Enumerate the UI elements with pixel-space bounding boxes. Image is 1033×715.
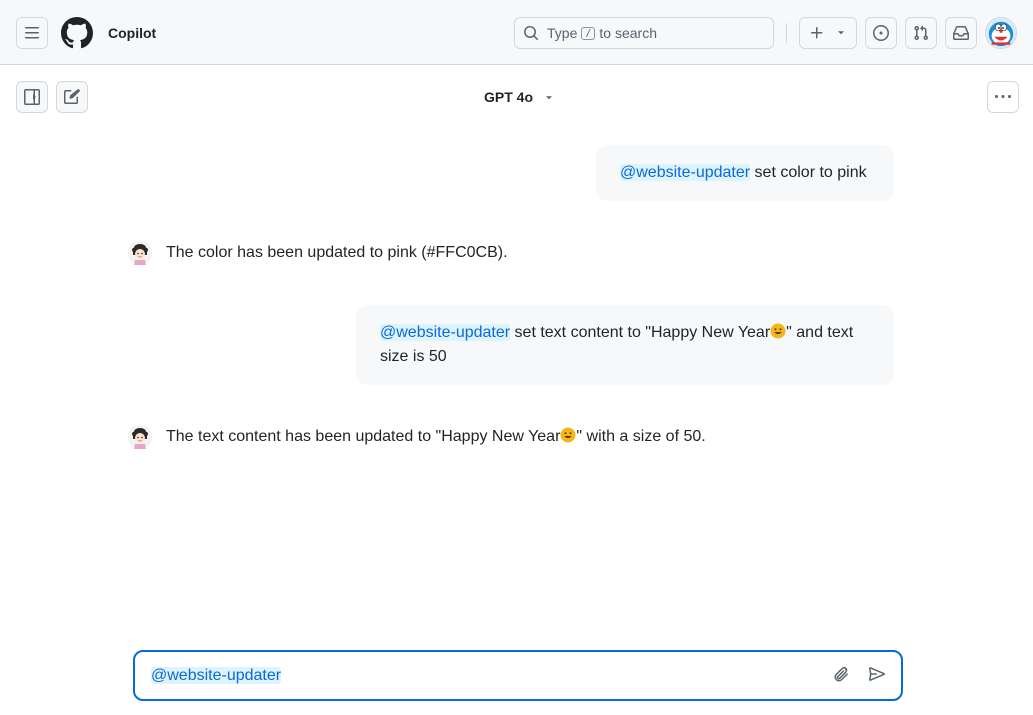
user-avatar[interactable] (985, 17, 1017, 49)
assistant-message-text-part-2: " with a size of 50. (576, 428, 706, 445)
app-title[interactable]: Copilot (108, 24, 156, 42)
chat-input-text[interactable]: @website-updater (151, 665, 282, 687)
paper-airplane-icon (869, 667, 885, 681)
plus-icon (811, 27, 823, 39)
search-input[interactable]: Type / to search (514, 17, 774, 49)
user-message: @website-updater set text content to "Ha… (356, 305, 894, 385)
issues-button[interactable] (865, 17, 897, 49)
assistant-message-text: The color has been updated to pink (#FFC… (166, 244, 508, 261)
search-icon (524, 26, 539, 41)
pencil-square-icon (64, 89, 80, 104)
sidebar-expand-icon (24, 89, 40, 105)
chevron-down-icon (835, 25, 847, 41)
user-message: @website-updater set color to pink (596, 145, 894, 201)
kebab-horizontal-icon (995, 95, 1011, 98)
github-logo-icon[interactable] (60, 17, 93, 49)
assistant-message-text-part-1: The text content has been updated to "Ha… (166, 428, 561, 445)
attach-button[interactable] (833, 666, 853, 686)
pull-requests-button[interactable] (905, 17, 937, 49)
send-button[interactable] (869, 666, 889, 686)
assistant-avatar-icon (128, 241, 152, 265)
search-placeholder-suffix: to search (599, 25, 657, 41)
git-pull-request-icon (914, 25, 929, 41)
header-divider (786, 23, 787, 43)
assistant-message: The text content has been updated to "Ha… (128, 425, 706, 449)
agent-mention[interactable]: @website-updater (620, 164, 751, 181)
agent-mention[interactable]: @website-updater (380, 324, 511, 341)
message-text-part-1: set text content to "Happy New Year (514, 324, 771, 341)
message-text: set color to pink (754, 164, 867, 181)
search-placeholder: Type / to search (547, 25, 657, 41)
search-placeholder-prefix: Type (547, 25, 578, 41)
new-chat-button[interactable] (56, 81, 88, 113)
paperclip-icon (834, 666, 848, 682)
smiley-emoji-icon (770, 323, 786, 339)
assistant-avatar-icon (128, 425, 152, 449)
agent-mention[interactable]: @website-updater (151, 667, 282, 684)
assistant-message-text: The text content has been updated to "Ha… (166, 425, 706, 449)
menu-button[interactable] (16, 17, 48, 49)
inbox-icon (953, 26, 969, 40)
doraemon-avatar-icon (986, 18, 1016, 48)
model-picker[interactable]: GPT 4o (484, 89, 555, 105)
create-new-button[interactable] (799, 17, 857, 49)
chevron-down-icon (546, 96, 552, 100)
model-label: GPT 4o (484, 89, 534, 105)
chat-input[interactable]: @website-updater (133, 650, 903, 701)
inbox-button[interactable] (945, 17, 977, 49)
toggle-sidebar-button[interactable] (16, 81, 48, 113)
issue-opened-icon (873, 25, 889, 41)
hamburger-icon (25, 27, 39, 39)
search-shortcut-key: / (581, 26, 596, 40)
top-header: Copilot Type / to search (0, 0, 1033, 65)
assistant-message: The color has been updated to pink (#FFC… (128, 241, 508, 265)
more-options-button[interactable] (987, 81, 1019, 113)
smiley-emoji-icon (560, 427, 576, 443)
